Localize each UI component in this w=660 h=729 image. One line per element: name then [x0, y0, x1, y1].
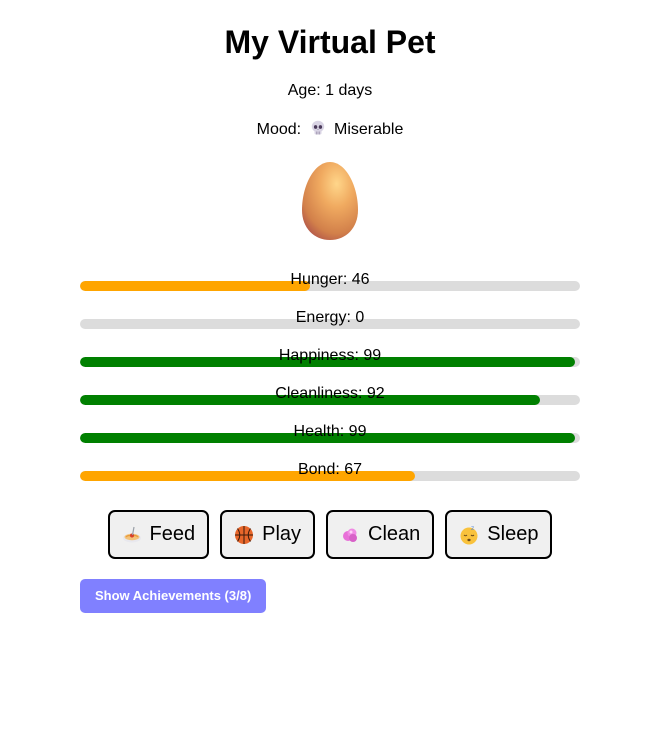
stat-cleanliness: Cleanliness: 92 [80, 385, 580, 423]
spaghetti-icon [122, 526, 141, 542]
basketball-icon [235, 525, 254, 544]
mood-value: Miserable [334, 121, 404, 138]
feed-button-label: Feed [149, 523, 196, 545]
stat-bond: Bond: 67 [80, 461, 580, 499]
pet-app: My Virtual Pet Age: 1 days Mood: Miserab… [80, 0, 580, 613]
show-achievements-button[interactable]: Show Achievements (3/8) [80, 579, 267, 613]
play-button[interactable]: Play [220, 510, 316, 559]
pet-mood: Mood: Miserable [80, 119, 580, 139]
page-title: My Virtual Pet [224, 24, 436, 60]
feed-button[interactable]: Feed [107, 510, 210, 559]
sponge-icon [343, 528, 358, 542]
clean-button-label: Clean [368, 523, 421, 545]
stat-label: Cleanliness: 92 [275, 385, 385, 402]
stat-energy: Energy: 0 [80, 309, 580, 347]
stat-label: Happiness: 99 [278, 347, 382, 364]
stat-hunger: Hunger: 46 [80, 271, 580, 309]
stat-health: Health: 99 [80, 423, 580, 461]
action-buttons: Feed Play Clean z Sleep [80, 510, 580, 559]
stat-happiness: Happiness: 99 [80, 347, 580, 385]
mood-label: Mood: [256, 121, 302, 138]
skull-icon [311, 120, 324, 135]
stat-label: Energy: 0 [295, 309, 365, 326]
stat-label: Hunger: 46 [290, 271, 370, 288]
sleep-button[interactable]: z Sleep [445, 510, 553, 559]
svg-text:z: z [471, 525, 474, 532]
egg-icon[interactable] [300, 160, 360, 242]
sleep-button-label: Sleep [487, 523, 539, 545]
pet-age: Age: 1 days [287, 82, 373, 99]
stat-label: Bond: 67 [297, 461, 363, 478]
stats-panel: Hunger: 46 Energy: 0 Happiness: 99 Clean… [80, 271, 580, 499]
play-button-label: Play [262, 523, 302, 545]
sleeping-face-icon: z [460, 525, 478, 544]
clean-button[interactable]: Clean [326, 510, 435, 559]
stat-label: Health: 99 [293, 423, 367, 440]
pet-display [80, 160, 580, 242]
